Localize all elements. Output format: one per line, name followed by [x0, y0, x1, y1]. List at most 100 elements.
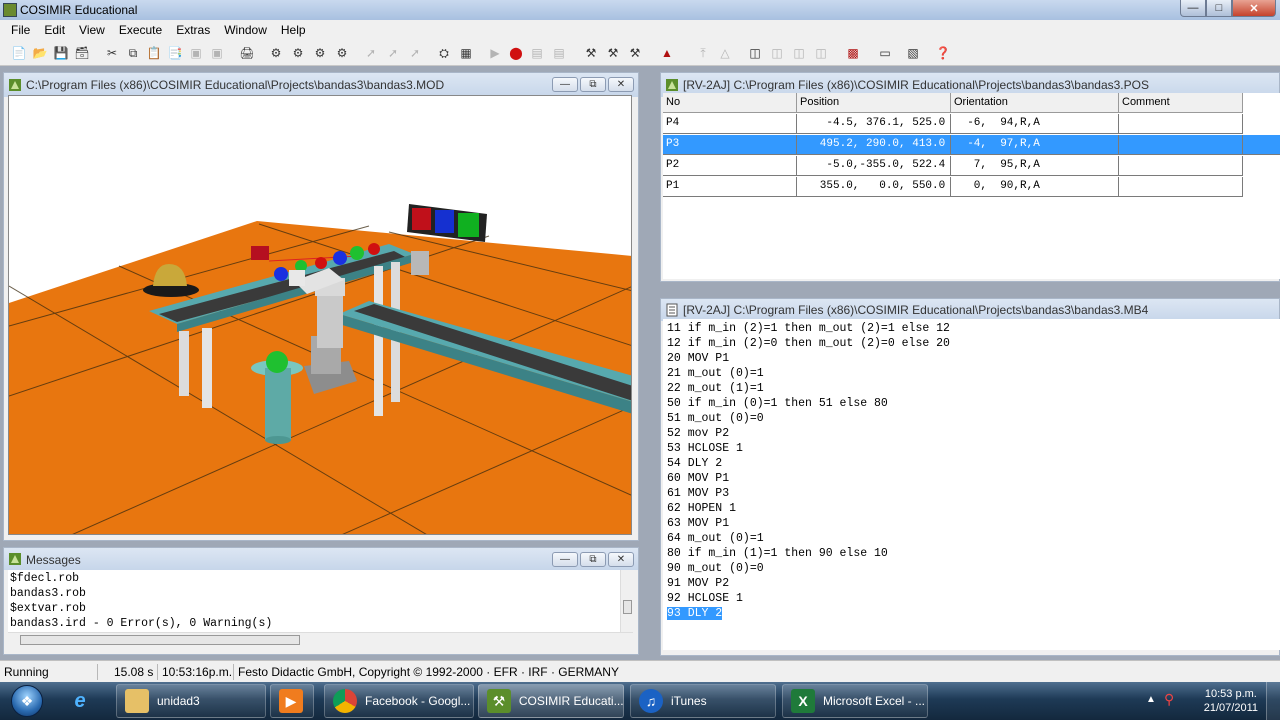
column-header-comment[interactable]: Comment: [1119, 93, 1243, 113]
taskbar-button-chrome[interactable]: Facebook - Googl...: [324, 684, 474, 718]
scroll-thumb[interactable]: [20, 635, 300, 645]
program-line[interactable]: 53 HCLOSE 1: [667, 441, 1276, 456]
close-button[interactable]: ✕: [1232, 0, 1276, 17]
table-row[interactable]: P1 355.0, 0.0, 550.0 0, 90,R,A: [663, 177, 1280, 197]
taskbar-button-unidad3[interactable]: unidad3: [116, 684, 266, 718]
maximize-button[interactable]: □: [1206, 0, 1232, 17]
menu-extras[interactable]: Extras: [169, 23, 217, 37]
disabled-tool-g-icon[interactable]: ▤: [550, 44, 568, 62]
column-header-orientation[interactable]: Orientation: [951, 93, 1119, 113]
stop-icon[interactable]: ⬤: [507, 44, 525, 62]
scroll-thumb[interactable]: [623, 600, 632, 614]
robot-view-d-icon[interactable]: ⚙: [333, 44, 351, 62]
messages-restore-button[interactable]: ⧉: [580, 552, 606, 567]
io-d-icon[interactable]: ◫: [812, 44, 830, 62]
arm-c-icon[interactable]: ⚒: [626, 44, 644, 62]
3d-viewport[interactable]: [8, 95, 632, 535]
viewport-minimize-button[interactable]: —: [552, 77, 578, 92]
program-line[interactable]: 90 m_out (0)=0: [667, 561, 1276, 576]
messages-close-button[interactable]: ✕: [608, 552, 634, 567]
settings-icon[interactable]: ⛭: [435, 44, 453, 62]
disabled-tool-i-icon[interactable]: △: [716, 44, 734, 62]
step-icon[interactable]: ▶: [486, 44, 504, 62]
disabled-tool-b-icon[interactable]: ▣: [208, 44, 226, 62]
program-line[interactable]: 52 mov P2: [667, 426, 1276, 441]
show-desktop-button[interactable]: [1266, 682, 1280, 720]
teach-icon[interactable]: ▲: [658, 44, 676, 62]
menu-execute[interactable]: Execute: [112, 23, 169, 37]
disabled-tool-e-icon[interactable]: ➚: [406, 44, 424, 62]
taskbar-button-cosimir[interactable]: ⚒ COSIMIR Educati...: [478, 684, 624, 718]
minimize-button[interactable]: —: [1180, 0, 1206, 17]
disabled-tool-d-icon[interactable]: ➚: [384, 44, 402, 62]
window-a-icon[interactable]: ▭: [876, 44, 894, 62]
program-line[interactable]: 50 if m_in (0)=1 then 51 else 80: [667, 396, 1276, 411]
disabled-tool-h-icon[interactable]: ⤒: [694, 44, 712, 62]
disabled-tool-f-icon[interactable]: ▤: [528, 44, 546, 62]
new-file-icon[interactable]: 📄: [10, 44, 28, 62]
disabled-tool-a-icon[interactable]: ▣: [187, 44, 205, 62]
program-line[interactable]: 54 DLY 2: [667, 456, 1276, 471]
save-all-icon[interactable]: 🗃: [73, 44, 91, 62]
program-line[interactable]: 21 m_out (0)=1: [667, 366, 1276, 381]
menu-window[interactable]: Window: [217, 23, 274, 37]
clock[interactable]: 10:53 p.m. 21/07/2011: [1204, 687, 1258, 715]
window-b-icon[interactable]: ▧: [904, 44, 922, 62]
tray-expand-icon[interactable]: ▲: [1146, 694, 1156, 705]
column-header-no[interactable]: No: [663, 93, 797, 113]
robot-view-b-icon[interactable]: ⚙: [289, 44, 307, 62]
arm-a-icon[interactable]: ⚒: [582, 44, 600, 62]
column-header-position[interactable]: Position: [797, 93, 951, 113]
program-line[interactable]: 61 MOV P3: [667, 486, 1276, 501]
io-e-icon[interactable]: ▩: [844, 44, 862, 62]
program-line[interactable]: 63 MOV P1: [667, 516, 1276, 531]
messages-list[interactable]: $fdecl.rob bandas3.rob $extvar.rob banda…: [8, 570, 620, 632]
program-line[interactable]: 91 MOV P2: [667, 576, 1276, 591]
menu-help[interactable]: Help: [274, 23, 313, 37]
paste-icon[interactable]: 📋: [145, 44, 163, 62]
disabled-tool-c-icon[interactable]: ➚: [362, 44, 380, 62]
program-line-selected[interactable]: 93 DLY 2: [667, 606, 1276, 621]
io-a-icon[interactable]: ◫: [746, 44, 764, 62]
io-b-icon[interactable]: ◫: [768, 44, 786, 62]
table-row[interactable]: P4 -4.5, 376.1, 525.0 -6, 94,R,A: [663, 114, 1280, 134]
arm-b-icon[interactable]: ⚒: [604, 44, 622, 62]
robot-view-c-icon[interactable]: ⚙: [311, 44, 329, 62]
viewport-close-button[interactable]: ✕: [608, 77, 634, 92]
messages-horizontal-scrollbar[interactable]: [8, 632, 633, 646]
menu-file[interactable]: File: [4, 23, 37, 37]
menu-edit[interactable]: Edit: [37, 23, 72, 37]
table-row-selected[interactable]: P3 495.2, 290.0, 413.0 -4, 97,R,A: [663, 135, 1280, 155]
grid-icon[interactable]: ▦: [457, 44, 475, 62]
menu-view[interactable]: View: [72, 23, 112, 37]
program-line[interactable]: 80 if m_in (1)=1 then 90 else 10: [667, 546, 1276, 561]
program-line[interactable]: 51 m_out (0)=0: [667, 411, 1276, 426]
help-context-icon[interactable]: ❓: [934, 44, 952, 62]
messages-minimize-button[interactable]: —: [552, 552, 578, 567]
internet-explorer-button[interactable]: e: [60, 684, 110, 718]
cut-icon[interactable]: ✂: [103, 44, 121, 62]
save-icon[interactable]: 💾: [52, 44, 70, 62]
program-line[interactable]: 92 HCLOSE 1: [667, 591, 1276, 606]
io-c-icon[interactable]: ◫: [790, 44, 808, 62]
viewport-restore-button[interactable]: ⧉: [580, 77, 606, 92]
taskbar-button-itunes[interactable]: ♫ iTunes: [630, 684, 776, 718]
start-button[interactable]: ❖: [4, 682, 50, 720]
program-line[interactable]: 22 m_out (1)=1: [667, 381, 1276, 396]
messages-vertical-scrollbar[interactable]: [620, 570, 633, 632]
program-editor[interactable]: 11 if m_in (2)=1 then m_out (2)=1 else 1…: [663, 319, 1280, 650]
taskbar-button-excel[interactable]: X Microsoft Excel - ...: [782, 684, 928, 718]
program-line[interactable]: 20 MOV P1: [667, 351, 1276, 366]
program-line[interactable]: 62 HOPEN 1: [667, 501, 1276, 516]
taskbar-button-media-player[interactable]: ▶: [270, 684, 314, 718]
print-icon[interactable]: 🖨: [238, 44, 256, 62]
open-folder-icon[interactable]: 📂: [31, 44, 49, 62]
program-line[interactable]: 11 if m_in (2)=1 then m_out (2)=1 else 1…: [667, 321, 1276, 336]
table-row[interactable]: P2 -5.0,-355.0, 522.4 7, 95,R,A: [663, 156, 1280, 176]
program-line[interactable]: 64 m_out (0)=1: [667, 531, 1276, 546]
robot-view-a-icon[interactable]: ⚙: [267, 44, 285, 62]
paste-special-icon[interactable]: 📑: [166, 44, 184, 62]
program-line[interactable]: 60 MOV P1: [667, 471, 1276, 486]
program-line[interactable]: 12 if m_in (2)=0 then m_out (2)=0 else 2…: [667, 336, 1276, 351]
network-icon[interactable]: ⚲: [1164, 691, 1174, 708]
